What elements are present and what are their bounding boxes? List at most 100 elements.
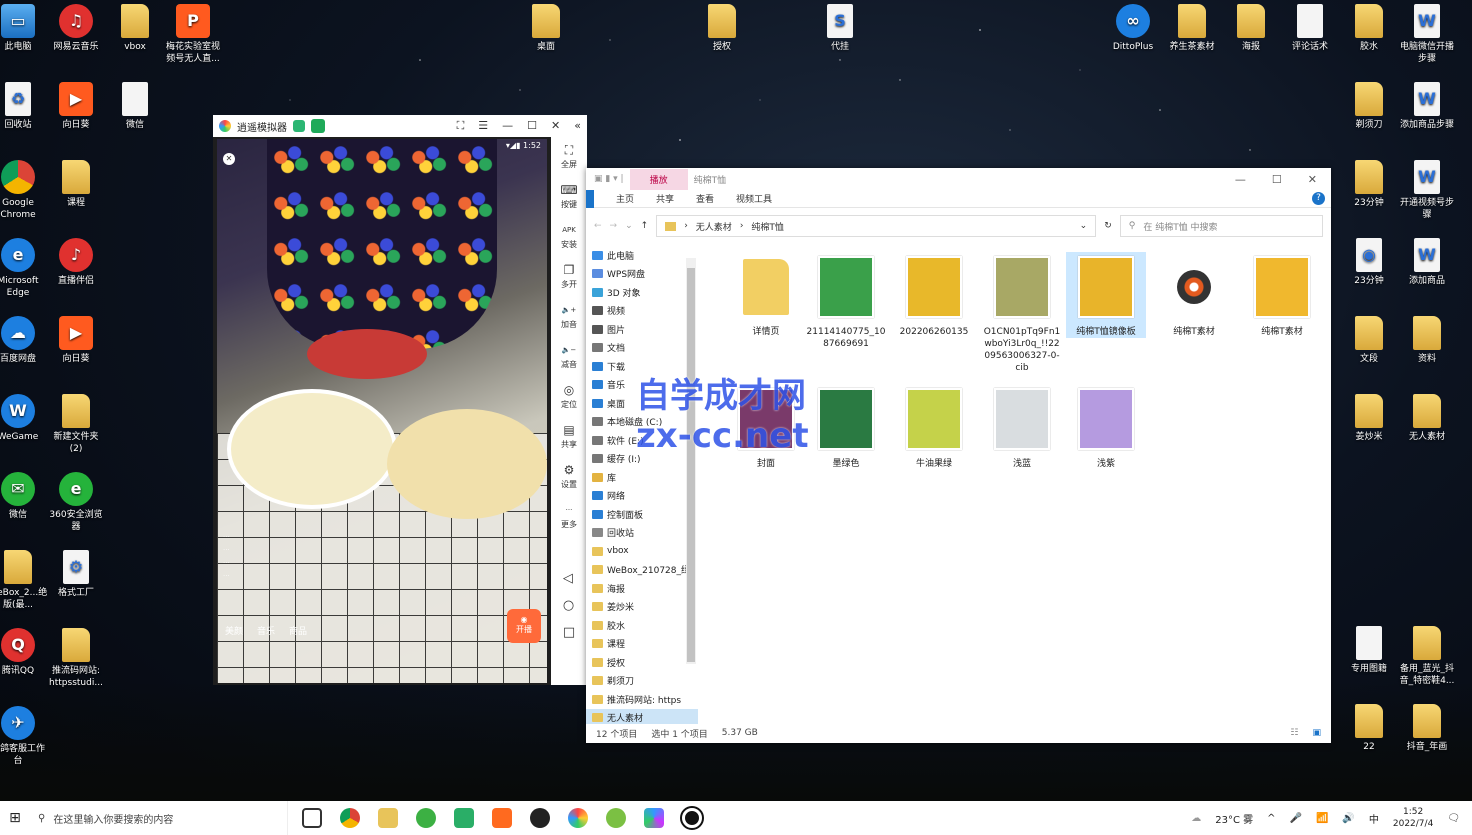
tab-share[interactable]: 共享 <box>656 192 674 205</box>
desktop-icon[interactable]: W WeGame <box>0 394 48 443</box>
file-item[interactable]: 浅蓝 <box>982 384 1062 470</box>
windows-start-icon[interactable]: ⊞ <box>0 810 30 826</box>
music-button[interactable]: 音乐 <box>257 624 275 637</box>
desktop-icon[interactable]: vbox <box>105 4 165 53</box>
emulator-screen[interactable]: ▾◢▮ 1:52 ✕ ··· ··· ··· ··· 美颜 音乐 商品 ◉ 开播 <box>217 139 547 683</box>
emulator-sidebar-button[interactable]: 🔈+ 加音 <box>551 301 587 341</box>
desktop-icon[interactable]: 评论话术 <box>1280 4 1340 53</box>
desktop-icon[interactable]: WeBox_2...绝版(最... <box>0 550 48 611</box>
emulator-sidebar-button[interactable]: 🔈− 减音 <box>551 341 587 381</box>
volume-icon[interactable]: 🔊 <box>1342 813 1354 824</box>
emulator-sidebar-button[interactable]: ⌨ 按键 <box>551 181 587 221</box>
maximize-icon[interactable]: ☐ <box>1272 173 1282 186</box>
desktop-icon[interactable]: 抖音_年画 <box>1397 704 1457 753</box>
address-dropdown-icon[interactable]: ⌄ <box>1080 221 1088 231</box>
desktop-icon[interactable]: Google Chrome <box>0 160 48 221</box>
desktop-icon[interactable]: 22 <box>1339 704 1399 753</box>
desktop-icon[interactable]: 备用_蓝光_抖音_特密鞋4... <box>1397 626 1457 687</box>
emulator-sidebar-button[interactable]: ◎ 定位 <box>551 381 587 421</box>
recents-nav-icon[interactable]: □ <box>563 625 575 640</box>
file-item[interactable]: 详情页 <box>726 252 806 338</box>
nav-item[interactable]: 视频 <box>586 302 698 321</box>
emulator-window[interactable]: 逍遥模拟器 ⛶ ☰ — ☐ ✕ « ▾◢▮ 1:52 ✕ ··· ··· ··· ··… <box>213 115 587 685</box>
desktop-icon[interactable]: ☁ 百度网盘 <box>0 316 48 365</box>
desktop-icon[interactable]: ◉ 23分钟 <box>1339 238 1399 287</box>
emulator-app-icon[interactable] <box>293 120 305 132</box>
large-icons-view-icon[interactable]: ▣ <box>1312 728 1321 738</box>
nav-item[interactable]: 胶水 <box>586 616 698 635</box>
nav-item[interactable]: 剃须刀 <box>586 672 698 691</box>
desktop-icon[interactable]: e Microsoft Edge <box>0 238 48 299</box>
recent-icon[interactable]: ⌄ <box>625 221 633 231</box>
file-item[interactable]: 牛油果绿 <box>894 384 974 470</box>
desktop-icon[interactable]: ♪ 直播伴侣 <box>46 238 106 287</box>
nav-item[interactable]: 文档 <box>586 339 698 358</box>
quick-access-toolbar[interactable]: ▣ ▮ ▾ | <box>594 174 624 184</box>
tab-video-tools[interactable]: 视频工具 <box>736 192 772 205</box>
desktop-icon[interactable]: 推流码网站: httpsstudi... <box>46 628 106 689</box>
goods-button[interactable]: 商品 <box>289 624 307 637</box>
desktop-icon[interactable]: e 360安全浏览器 <box>46 472 106 533</box>
emulator-icon[interactable] <box>568 808 588 828</box>
close-icon[interactable]: ✕ <box>551 119 560 133</box>
app-icon[interactable] <box>644 808 664 828</box>
file-item[interactable]: O1CN01pTq9Fn1wboYi3Lr0q_!!2209563006327-… <box>982 252 1062 374</box>
nav-item[interactable]: 此电脑 <box>586 246 698 265</box>
nav-item[interactable]: WPS网盘 <box>586 265 698 284</box>
network-icon[interactable]: 📶 <box>1316 813 1328 824</box>
nav-item[interactable]: 海报 <box>586 579 698 598</box>
desktop-icon[interactable]: ▭ 此电脑 <box>0 4 48 53</box>
app-icon[interactable] <box>606 808 626 828</box>
live-close-icon[interactable]: ✕ <box>223 153 235 165</box>
emulator-sidebar-button[interactable]: ··· 更多 <box>551 501 587 541</box>
nav-item[interactable]: 推流码网站: https <box>586 690 698 709</box>
desktop-icon[interactable]: ▶ 向日葵 <box>46 316 106 365</box>
nav-item[interactable]: 网络 <box>586 487 698 506</box>
refresh-icon[interactable]: ↻ <box>1104 221 1112 231</box>
emulator-sidebar-button[interactable]: ⚙ 设置 <box>551 461 587 501</box>
file-item[interactable]: 墨绿色 <box>806 384 886 470</box>
desktop-icon[interactable]: ∞ DittoPlus <box>1103 4 1163 53</box>
back-icon[interactable]: ← <box>594 221 602 231</box>
wechat-icon[interactable] <box>454 808 474 828</box>
emulator-sidebar-button[interactable]: APK 安装 <box>551 221 587 261</box>
nav-item[interactable]: 回收站 <box>586 524 698 543</box>
maximize-icon[interactable]: ☐ <box>527 119 537 133</box>
emulator-titlebar[interactable]: 逍遥模拟器 ⛶ ☰ — ☐ ✕ « <box>213 115 587 137</box>
collapse-sidebar-icon[interactable]: « <box>574 119 581 133</box>
nav-item[interactable]: WeBox_210728_绿 <box>586 561 698 580</box>
emulator-sidebar-button[interactable]: ▤ 共享 <box>551 421 587 461</box>
mic-icon[interactable]: 🎤 <box>1290 813 1302 824</box>
beauty-button[interactable]: 美颜 <box>225 624 243 637</box>
desktop-icon[interactable]: P 梅花实验室视频号无人直... <box>163 4 223 65</box>
tab-home[interactable]: 主页 <box>616 192 634 205</box>
desktop-icon[interactable]: 无人素材 <box>1397 394 1457 443</box>
desktop-icon[interactable]: 23分钟 <box>1339 160 1399 209</box>
browser-360-icon[interactable] <box>416 808 436 828</box>
nav-item[interactable]: 下载 <box>586 357 698 376</box>
emulator-sidebar-button[interactable]: ❐ 多开 <box>551 261 587 301</box>
file-tab[interactable] <box>586 189 594 208</box>
nav-item[interactable]: 图片 <box>586 320 698 339</box>
desktop-icon[interactable]: ⚙ 格式工厂 <box>46 550 106 599</box>
nav-scrollbar[interactable] <box>686 258 696 664</box>
clock[interactable]: 1:52 2022/7/4 <box>1393 806 1433 830</box>
home-nav-icon[interactable]: ○ <box>563 598 575 613</box>
desktop-icon[interactable]: 海报 <box>1221 4 1281 53</box>
nav-item[interactable]: 库 <box>586 468 698 487</box>
notification-icon[interactable]: 🗨 <box>1447 813 1460 824</box>
desktop-icon[interactable]: 专用图籍 <box>1339 626 1399 675</box>
address-bar[interactable]: › 无人素材 › 纯棉T恤 ⌄ <box>656 215 1097 237</box>
file-item[interactable]: 纯棉T恤镜像板 <box>1066 252 1146 338</box>
app-icon[interactable] <box>530 808 550 828</box>
ime-icon[interactable]: 中 <box>1369 811 1379 826</box>
desktop-icon[interactable]: 养生茶素材 <box>1162 4 1222 53</box>
obs-icon[interactable] <box>680 806 704 830</box>
chrome-icon[interactable] <box>340 808 360 828</box>
weather-text[interactable]: 23°C 雾 <box>1215 811 1253 826</box>
emulator-sidebar-button[interactable]: ⛶ 全屏 <box>551 141 587 181</box>
nav-item[interactable]: 无人素材 <box>586 708 698 724</box>
back-nav-icon[interactable]: ◁ <box>563 571 575 586</box>
file-item[interactable]: 202206260135 <box>894 252 974 338</box>
desktop-icon[interactable]: 课程 <box>46 160 106 209</box>
